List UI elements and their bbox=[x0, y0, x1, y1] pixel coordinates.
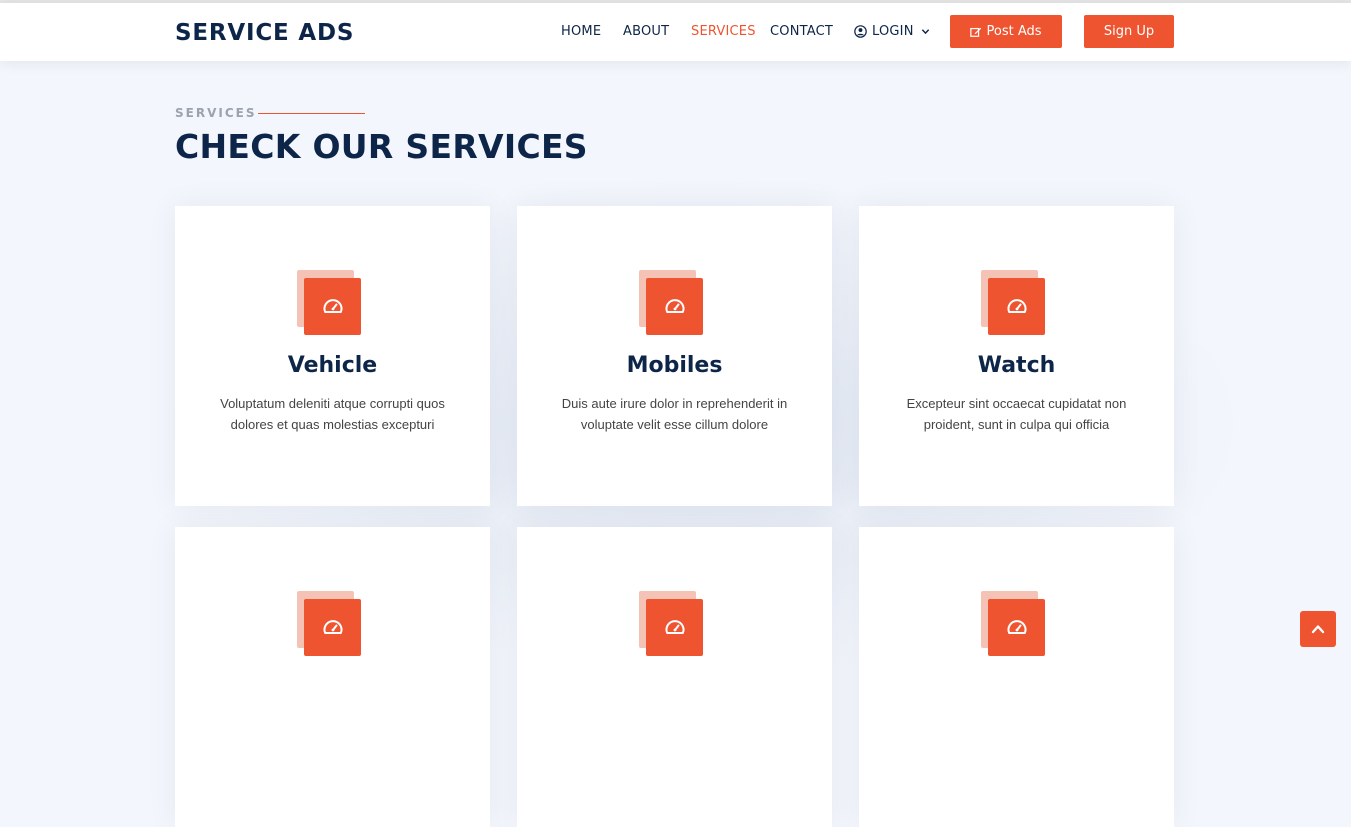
icon-square bbox=[646, 278, 703, 335]
service-card[interactable] bbox=[175, 527, 490, 827]
service-icon-wrap bbox=[639, 591, 703, 656]
post-ads-button[interactable]: Post Ads bbox=[950, 15, 1062, 48]
section-label-line bbox=[258, 113, 365, 114]
speedometer-icon bbox=[665, 619, 684, 634]
service-icon-wrap bbox=[639, 270, 703, 335]
speedometer-icon bbox=[1007, 619, 1026, 634]
service-card[interactable]: Watch Excepteur sint occaecat cupidatat n… bbox=[859, 206, 1174, 506]
service-card[interactable]: Vehicle Voluptatum deleniti atque corrupt… bbox=[175, 206, 490, 506]
user-circle-icon bbox=[854, 25, 867, 38]
service-icon-wrap bbox=[297, 591, 361, 656]
post-ads-label: Post Ads bbox=[986, 24, 1042, 39]
speedometer-icon bbox=[665, 298, 684, 313]
site-logo[interactable]: SERVICE ADS bbox=[175, 20, 354, 46]
chevron-down-icon bbox=[921, 29, 929, 35]
service-card-title: Mobiles bbox=[626, 353, 723, 378]
service-card-description: Duis aute irure dolor in reprehenderit i… bbox=[561, 396, 788, 432]
edit-icon bbox=[970, 27, 982, 37]
section-label: SERVICES bbox=[175, 106, 257, 120]
icon-square bbox=[646, 599, 703, 656]
service-icon-wrap bbox=[981, 591, 1045, 656]
nav-services[interactable]: SERVICES bbox=[691, 24, 756, 39]
speedometer-icon bbox=[1007, 298, 1026, 313]
speedometer-icon bbox=[323, 619, 342, 634]
icon-square bbox=[988, 599, 1045, 656]
service-card[interactable] bbox=[859, 527, 1174, 827]
nav-login-dropdown[interactable]: LOGIN bbox=[854, 24, 930, 39]
icon-square bbox=[304, 278, 361, 335]
service-icon-wrap bbox=[297, 270, 361, 335]
section-title: CHECK OUR SERVICES bbox=[175, 127, 588, 166]
nav-contact[interactable]: CONTACT bbox=[770, 24, 833, 39]
service-icon-wrap bbox=[981, 270, 1045, 335]
sign-up-button[interactable]: Sign Up bbox=[1084, 15, 1174, 48]
speedometer-icon bbox=[323, 298, 342, 313]
site-header: SERVICE ADS HOME ABOUT SERVICES CONTACT … bbox=[0, 3, 1351, 61]
service-card-title: Vehicle bbox=[287, 353, 378, 378]
service-card[interactable] bbox=[517, 527, 832, 827]
nav-home[interactable]: HOME bbox=[561, 24, 601, 39]
service-card[interactable]: Mobiles Duis aute irure dolor in reprehen… bbox=[517, 206, 832, 506]
service-card-title: Watch bbox=[977, 353, 1056, 378]
nav-about[interactable]: ABOUT bbox=[623, 24, 669, 39]
chevron-up-icon bbox=[1311, 625, 1325, 634]
icon-square bbox=[304, 599, 361, 656]
service-card-description: Voluptatum deleniti atque corrupti quos … bbox=[220, 396, 445, 432]
icon-square bbox=[988, 278, 1045, 335]
scroll-to-top-button[interactable] bbox=[1300, 611, 1336, 647]
nav-login-label: LOGIN bbox=[872, 24, 914, 39]
service-card-description: Excepteur sint occaecat cupidatat non pr… bbox=[906, 396, 1127, 432]
